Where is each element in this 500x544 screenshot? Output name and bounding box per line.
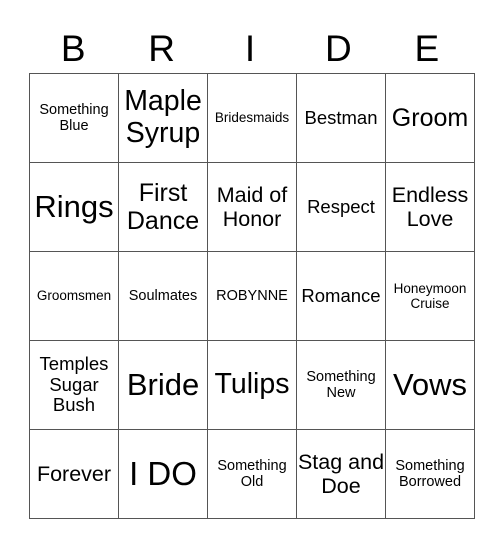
bingo-row: Groomsmen Soulmates ROBYNNE Romance Hone… xyxy=(29,251,475,341)
bingo-cell[interactable]: Bride xyxy=(118,340,208,430)
bingo-cell[interactable]: Stag and Doe xyxy=(296,429,386,519)
bingo-row: Something Blue Maple Syrup Bridesmaids B… xyxy=(29,73,475,163)
header-letter-d: D xyxy=(325,28,352,69)
bingo-cell[interactable]: Endless Love xyxy=(385,162,475,252)
header-letter-b: B xyxy=(60,28,86,69)
bingo-cell[interactable]: Maple Syrup xyxy=(118,73,208,163)
bingo-cell[interactable]: First Dance xyxy=(118,162,208,252)
header-letter-i: I xyxy=(244,28,256,69)
bingo-cell[interactable]: ROBYNNE xyxy=(207,251,297,341)
bingo-row: Rings First Dance Maid of Honor Respect … xyxy=(29,162,475,252)
bingo-cell[interactable]: Bestman xyxy=(296,73,386,163)
bingo-cell[interactable]: Bridesmaids xyxy=(207,73,297,163)
bingo-row: Forever I DO Something Old Stag and Doe … xyxy=(29,429,475,519)
bingo-row: Temples Sugar Bush Bride Tulips Somethin… xyxy=(29,340,475,430)
bingo-cell[interactable]: Maid of Honor xyxy=(207,162,297,252)
bingo-header: B R I D E xyxy=(29,24,471,74)
bingo-cell[interactable]: Temples Sugar Bush xyxy=(29,340,119,430)
bingo-cell[interactable]: Something Borrowed xyxy=(385,429,475,519)
bingo-cell[interactable]: Respect xyxy=(296,162,386,252)
bingo-cell[interactable]: Vows xyxy=(385,340,475,430)
bingo-cell[interactable]: Rings xyxy=(29,162,119,252)
bingo-cell[interactable]: Groomsmen xyxy=(29,251,119,341)
header-letter-e: E xyxy=(414,28,440,69)
bingo-cell[interactable]: Something Blue xyxy=(29,73,119,163)
bingo-cell[interactable]: Something New xyxy=(296,340,386,430)
bingo-cell[interactable]: Soulmates xyxy=(118,251,208,341)
bingo-cell[interactable]: Forever xyxy=(29,429,119,519)
header-letter-r: R xyxy=(148,28,175,69)
bingo-cell[interactable]: Groom xyxy=(385,73,475,163)
bingo-cell[interactable]: Honeymoon Cruise xyxy=(385,251,475,341)
bingo-cell[interactable]: I DO xyxy=(118,429,208,519)
bingo-cell[interactable]: Tulips xyxy=(207,340,297,430)
bingo-cell[interactable]: Romance xyxy=(296,251,386,341)
bingo-card: Something Blue Maple Syrup Bridesmaids B… xyxy=(29,73,475,519)
bingo-cell[interactable]: Something Old xyxy=(207,429,297,519)
